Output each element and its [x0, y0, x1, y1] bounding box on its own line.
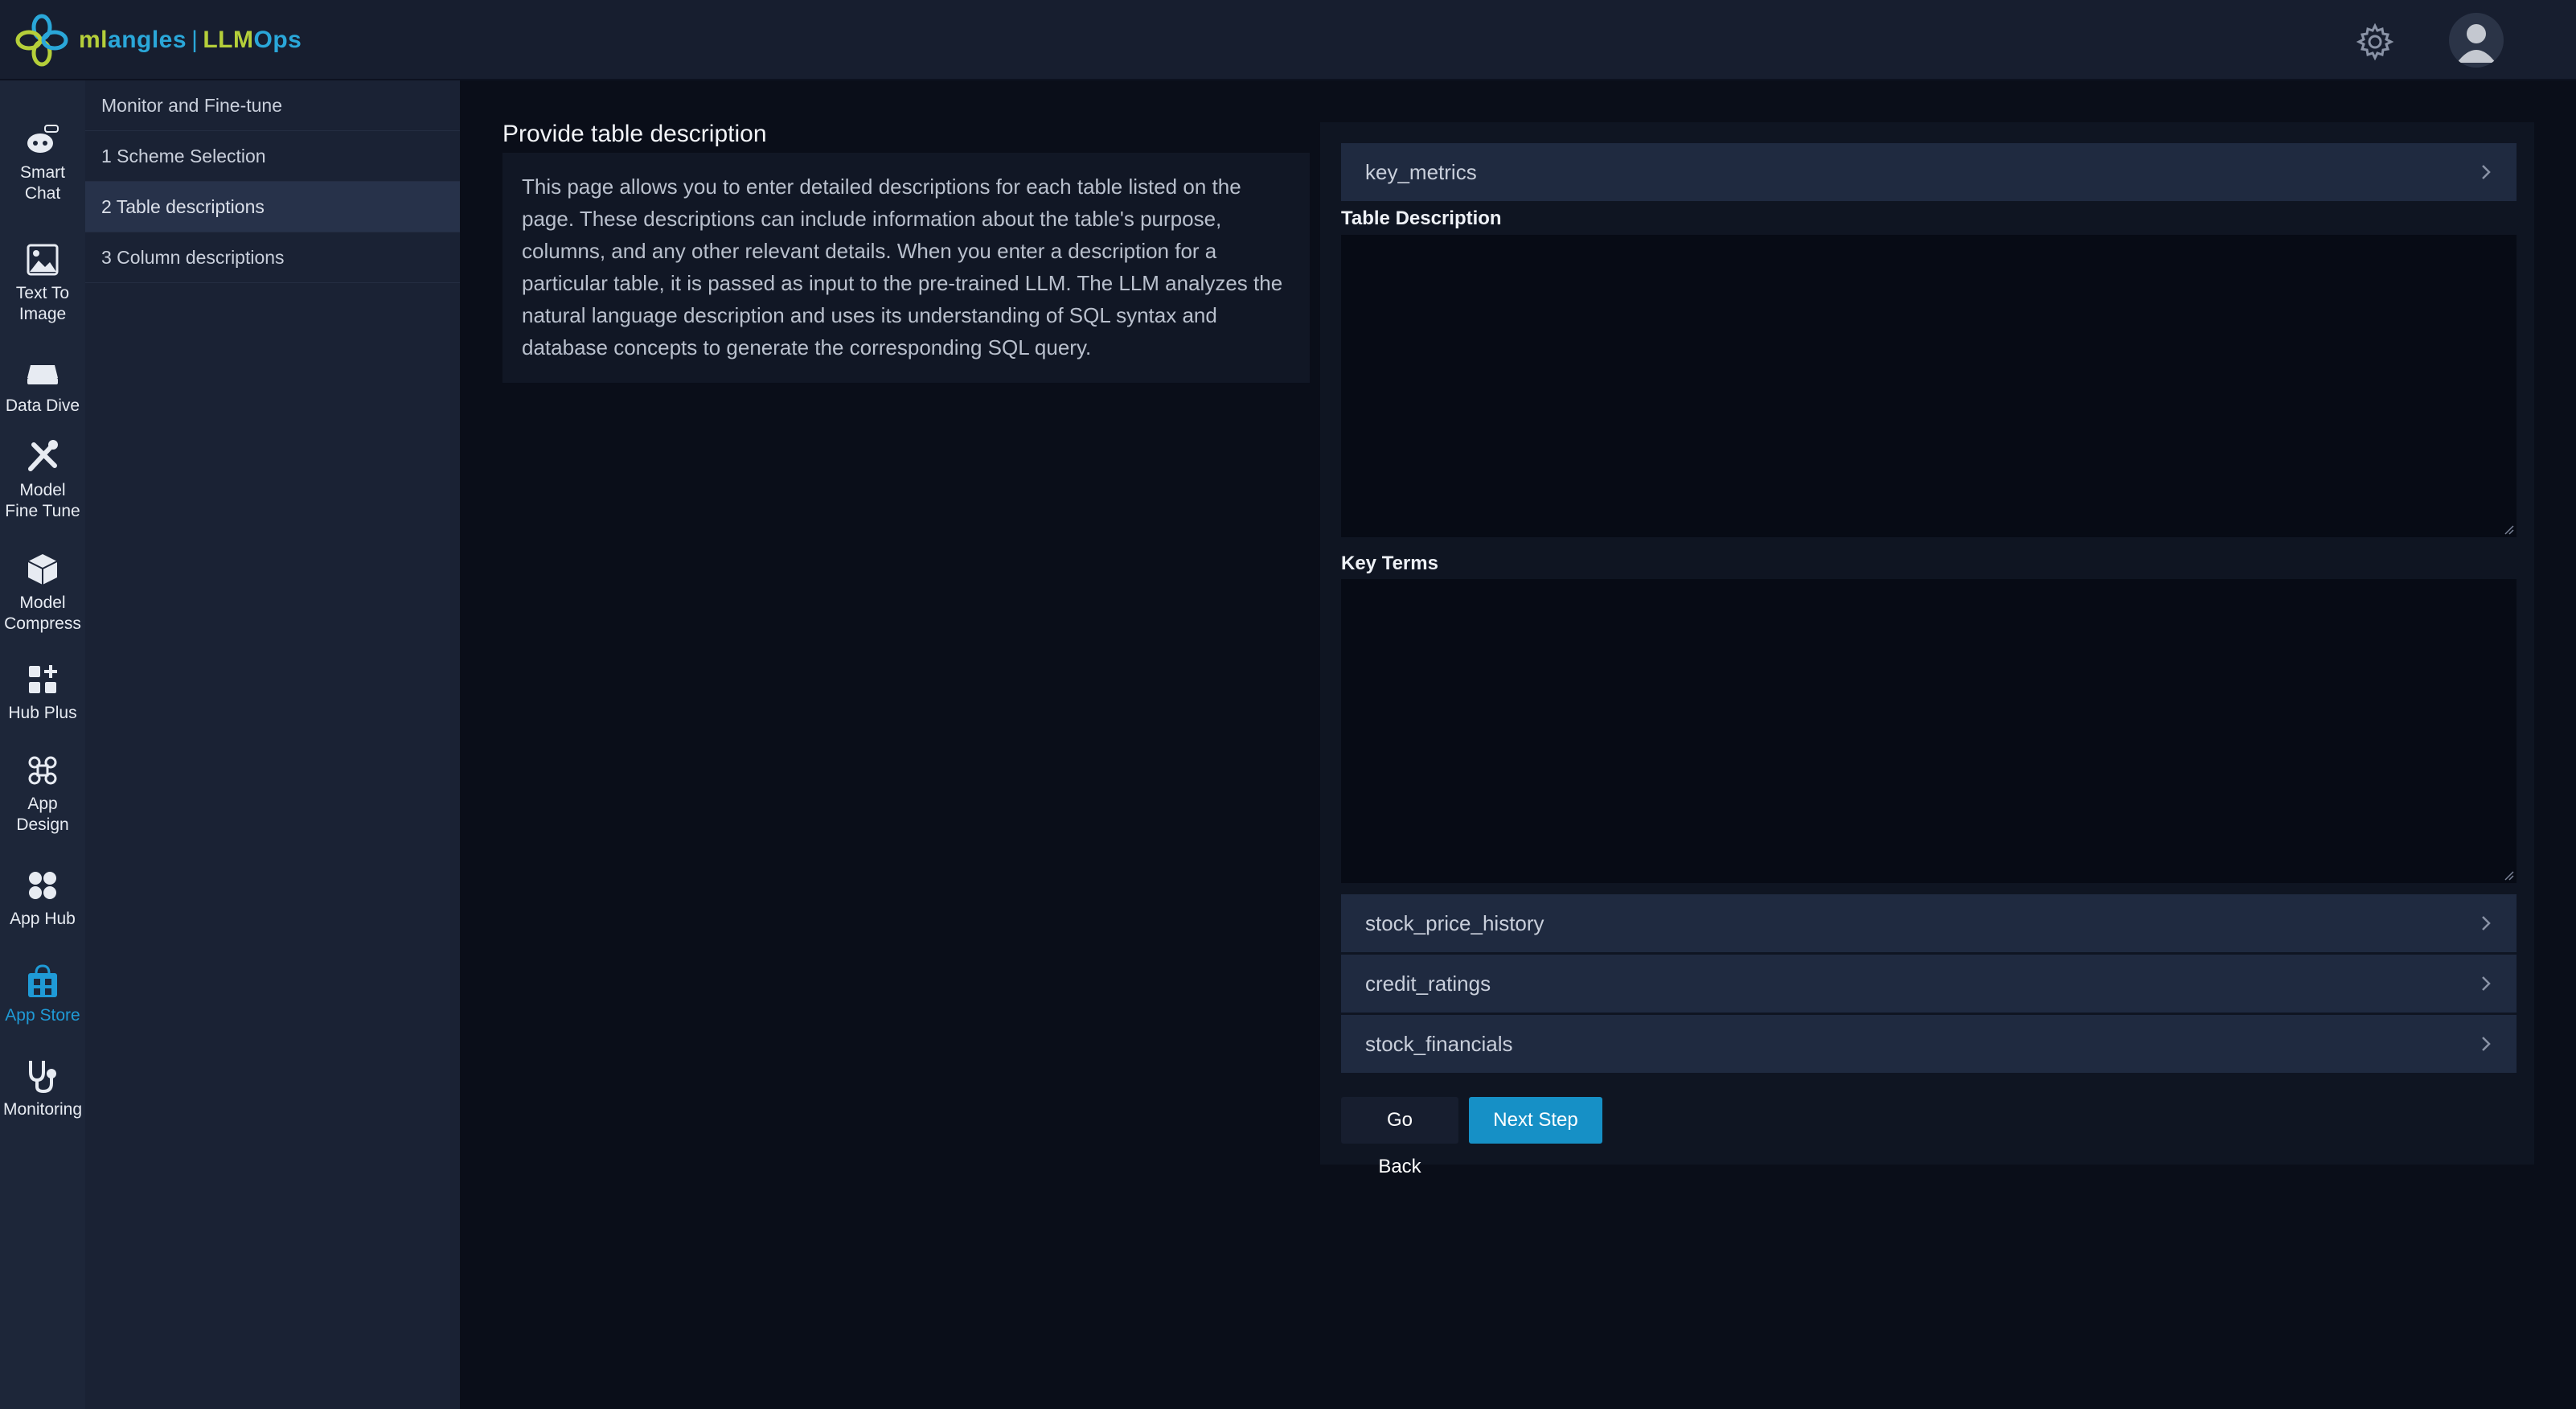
steps-panel: Monitor and Fine-tune 1 Scheme Selection…: [85, 80, 460, 1409]
accordion-stock-price-history[interactable]: stock_price_history: [1341, 894, 2517, 952]
gear-icon[interactable]: [2356, 23, 2394, 61]
table-description-field[interactable]: [1341, 235, 2517, 537]
rail-item-monitoring[interactable]: Monitoring: [0, 1058, 85, 1120]
go-back-button[interactable]: Go Back: [1341, 1097, 1458, 1177]
grid-plus-icon: [29, 665, 57, 693]
command-icon: [28, 756, 57, 785]
user-avatar[interactable]: [2449, 13, 2504, 68]
rail-item-hub-plus[interactable]: Hub Plus: [0, 661, 85, 724]
rail-item-data-dive[interactable]: Data Dive: [0, 354, 85, 417]
user-icon: [2457, 24, 2496, 63]
accordion-stock-financials[interactable]: stock_financials: [1341, 1015, 2517, 1073]
rail-item-app-hub[interactable]: App Hub: [0, 867, 85, 930]
step-table-descriptions[interactable]: 2 Table descriptions: [85, 182, 460, 232]
robot-icon: [27, 125, 59, 153]
rail-item-app-store[interactable]: App Store: [0, 963, 85, 1026]
accordion-label: stock_financials: [1365, 1032, 1513, 1056]
clover-logo-icon: [15, 14, 68, 67]
next-step-button[interactable]: Next Step: [1469, 1097, 1602, 1144]
apps-icon: [29, 872, 56, 899]
stethoscope-icon: [29, 1061, 56, 1094]
tools-icon: [28, 440, 58, 471]
accordion-label: credit_ratings: [1365, 972, 1491, 996]
key-terms-label: Key Terms: [1341, 553, 1438, 574]
rail-item-text-to-image[interactable]: Text To Image: [0, 241, 85, 325]
table-description-card: key_metrics Table Description Key Terms …: [1320, 122, 2534, 1177]
top-bar: mlangles | LLMOps: [0, 0, 2576, 80]
page-title: Provide table description: [502, 121, 767, 147]
rail-item-model-fine-tune[interactable]: Model Fine Tune: [0, 438, 85, 522]
store-icon: [28, 964, 57, 997]
chevron-right-icon: [2482, 916, 2491, 930]
chevron-right-icon: [2482, 165, 2491, 179]
table-description-label: Table Description: [1341, 207, 1502, 229]
brand-name: mlangles | LLMOps: [79, 27, 302, 53]
resize-grip-icon[interactable]: [2504, 524, 2515, 536]
rail-item-app-design[interactable]: App Design: [0, 752, 85, 836]
accordion-label: key_metrics: [1365, 160, 1477, 184]
chevron-right-icon: [2482, 1037, 2491, 1051]
app-rail: Smart Chat Text To Image Data Dive Model Fi…: [0, 80, 85, 1409]
steps-header[interactable]: Monitor and Fine-tune: [85, 80, 460, 131]
chevron-right-icon: [2482, 976, 2491, 991]
key-terms-field[interactable]: [1341, 579, 2517, 883]
accordion-credit-ratings[interactable]: credit_ratings: [1341, 955, 2517, 1013]
step-scheme-selection[interactable]: 1 Scheme Selection: [85, 131, 460, 182]
step-column-descriptions[interactable]: 3 Column descriptions: [85, 232, 460, 283]
rail-item-smart-chat[interactable]: Smart Chat: [0, 121, 85, 204]
brand-logo[interactable]: mlangles | LLMOps: [13, 11, 301, 69]
page-description: This page allows you to enter detailed d…: [502, 153, 1310, 383]
image-icon: [27, 244, 59, 276]
box-icon: [27, 554, 58, 585]
accordion-label: stock_price_history: [1365, 911, 1544, 935]
rail-item-model-compress[interactable]: Model Compress: [0, 551, 85, 635]
drive-icon: [27, 365, 58, 384]
accordion-key-metrics[interactable]: key_metrics: [1341, 143, 2517, 201]
resize-grip-icon[interactable]: [2504, 870, 2515, 881]
